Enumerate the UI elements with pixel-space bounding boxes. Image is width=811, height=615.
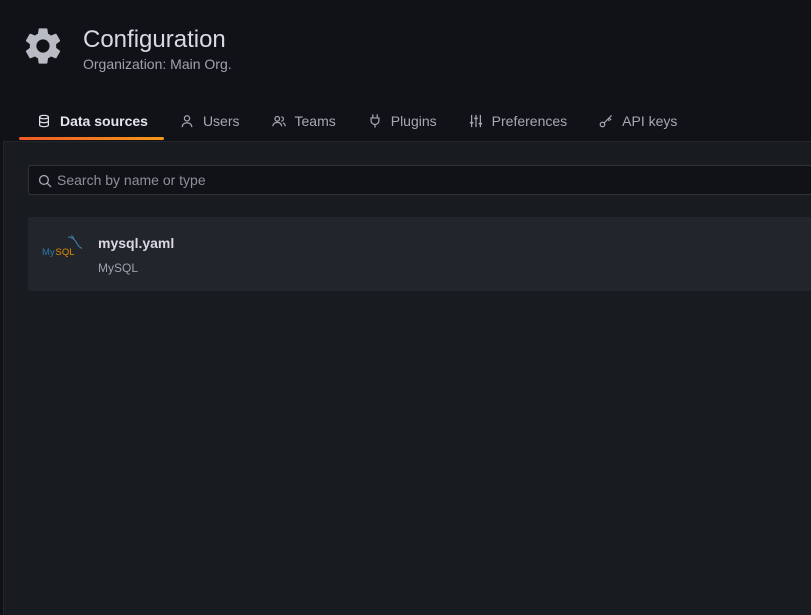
tab-label: API keys xyxy=(622,113,678,129)
tab-label: Users xyxy=(202,113,240,129)
mysql-logo: My SQL xyxy=(42,235,83,258)
tab-api-keys[interactable]: API keys xyxy=(583,103,693,139)
svg-text:My: My xyxy=(42,247,55,258)
users-icon xyxy=(271,115,286,127)
tab-label: Plugins xyxy=(390,113,437,129)
configuration-page: Configuration Organization: Main Org. Da… xyxy=(0,0,811,615)
tab-preferences[interactable]: Preferences xyxy=(453,103,583,139)
datasource-name: mysql.yaml xyxy=(98,235,175,251)
datasource-type: MySQL xyxy=(98,261,139,275)
tab-label: Teams xyxy=(294,113,336,129)
key-icon xyxy=(599,115,613,128)
tab-teams[interactable]: Teams xyxy=(256,103,352,139)
page-title: Configuration xyxy=(83,26,226,53)
sliders-icon xyxy=(469,114,482,128)
gear-icon xyxy=(25,28,61,64)
tab-bar: Data sources Users Teams Plugins Prefere… xyxy=(19,103,693,141)
tab-data-sources[interactable]: Data sources xyxy=(19,103,164,140)
tab-users[interactable]: Users xyxy=(164,103,256,139)
tab-plugins[interactable]: Plugins xyxy=(352,103,453,139)
tab-label: Preferences xyxy=(491,113,568,129)
page-header: Configuration Organization: Main Org. Da… xyxy=(0,0,811,141)
tab-label: Data sources xyxy=(60,113,148,129)
database-icon xyxy=(39,114,49,128)
plug-icon xyxy=(370,114,380,128)
search-input[interactable] xyxy=(57,166,797,194)
search-box[interactable] xyxy=(28,165,811,195)
datasource-card[interactable]: My SQL mysql.yaml MySQL xyxy=(28,217,811,291)
page-subtitle: Organization: Main Org. xyxy=(83,56,232,72)
user-icon xyxy=(181,115,193,128)
content-panel xyxy=(3,141,811,615)
search-icon xyxy=(38,174,52,188)
svg-text:SQL: SQL xyxy=(56,247,75,258)
